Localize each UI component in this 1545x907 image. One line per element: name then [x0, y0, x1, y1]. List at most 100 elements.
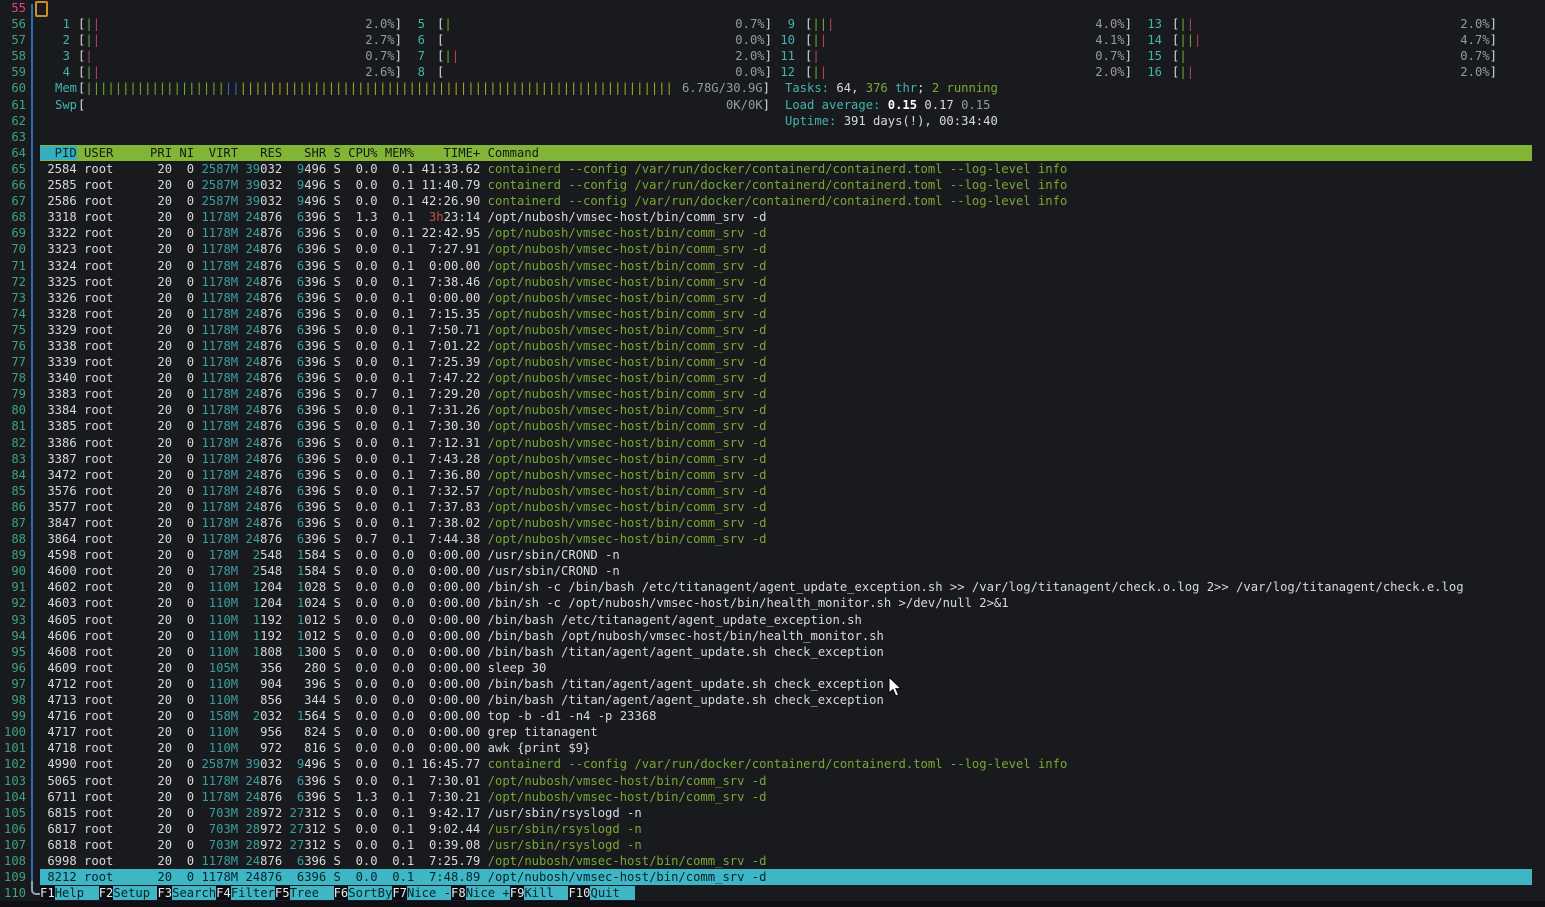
bottom-strip	[0, 901, 1545, 907]
process-row-4602[interactable]: 4602 root 20 0 110M 1204 1028 S 0.0 0.0 …	[40, 579, 1532, 595]
cpu-meter-10: [||4.1%]	[805, 32, 1132, 48]
line-number-92: 92	[0, 595, 26, 611]
process-row-2584[interactable]: 2584 root 20 0 2587M 39032 9496 S 0.0 0.…	[40, 161, 1532, 177]
column-pid-sort[interactable]: PID	[40, 146, 77, 160]
table-header[interactable]: PID USER PRI NI VIRT RES SHR S CPU% MEM%…	[40, 145, 1532, 161]
fnkey-F1[interactable]: F1	[40, 886, 55, 900]
line-number-103: 103	[0, 773, 26, 789]
process-command: /opt/nubosh/vmsec-host/bin/comm_srv -d	[488, 516, 767, 530]
process-row-4608[interactable]: 4608 root 20 0 110M 1808 1300 S 0.0 0.0 …	[40, 644, 1532, 660]
line-number-79: 79	[0, 386, 26, 402]
fnkey-F2-label[interactable]: Setup	[113, 886, 157, 900]
process-command: containerd --config /var/run/docker/cont…	[488, 194, 1068, 208]
process-row-4717[interactable]: 4717 root 20 0 110M 956 824 S 0.0 0.0 0:…	[40, 724, 1532, 740]
fnkey-F3-label[interactable]: Search	[172, 886, 216, 900]
process-row-3322[interactable]: 3322 root 20 0 1178M 24876 6396 S 0.0 0.…	[40, 225, 1532, 241]
process-row-3323[interactable]: 3323 root 20 0 1178M 24876 6396 S 0.0 0.…	[40, 241, 1532, 257]
process-row-3329[interactable]: 3329 root 20 0 1178M 24876 6396 S 0.0 0.…	[40, 322, 1532, 338]
process-row-3340[interactable]: 3340 root 20 0 1178M 24876 6396 S 0.0 0.…	[40, 370, 1532, 386]
line-number-101: 101	[0, 740, 26, 756]
process-row-3318[interactable]: 3318 root 20 0 1178M 24876 6396 S 1.3 0.…	[40, 209, 1532, 225]
process-row-3385[interactable]: 3385 root 20 0 1178M 24876 6396 S 0.0 0.…	[40, 418, 1532, 434]
cpu-meter-9: [|||4.0%]	[805, 16, 1132, 32]
process-row-3383[interactable]: 3383 root 20 0 1178M 24876 6396 S 0.7 0.…	[40, 386, 1532, 402]
process-row-6815[interactable]: 6815 root 20 0 703M 28972 27312 S 0.0 0.…	[40, 805, 1532, 821]
process-row-2585[interactable]: 2585 root 20 0 2587M 39032 9496 S 0.0 0.…	[40, 177, 1532, 193]
process-row-3339[interactable]: 3339 root 20 0 1178M 24876 6396 S 0.0 0.…	[40, 354, 1532, 370]
line-number-99: 99	[0, 708, 26, 724]
process-command: /opt/nubosh/vmsec-host/bin/comm_srv -d	[488, 452, 767, 466]
fnkey-F3[interactable]: F3	[157, 886, 172, 900]
process-row-3387[interactable]: 3387 root 20 0 1178M 24876 6396 S 0.0 0.…	[40, 451, 1532, 467]
process-row-3325[interactable]: 3325 root 20 0 1178M 24876 6396 S 0.0 0.…	[40, 274, 1532, 290]
process-row-6711[interactable]: 6711 root 20 0 1178M 24876 6396 S 1.3 0.…	[40, 789, 1532, 805]
fnkey-F7[interactable]: F7	[392, 886, 407, 900]
process-command: /opt/nubosh/vmsec-host/bin/comm_srv -d	[488, 371, 767, 385]
process-row-4598[interactable]: 4598 root 20 0 178M 2548 1584 S 0.0 0.0 …	[40, 547, 1532, 563]
process-row-3338[interactable]: 3338 root 20 0 1178M 24876 6396 S 0.0 0.…	[40, 338, 1532, 354]
fnkey-F5[interactable]: F5	[275, 886, 290, 900]
line-number-78: 78	[0, 370, 26, 386]
process-row-4713[interactable]: 4713 root 20 0 110M 856 344 S 0.0 0.0 0:…	[40, 692, 1532, 708]
fnkey-F9-label[interactable]: Kill	[524, 886, 568, 900]
process-row-4718[interactable]: 4718 root 20 0 110M 972 816 S 0.0 0.0 0:…	[40, 740, 1532, 756]
process-row-3864[interactable]: 3864 root 20 0 1178M 24876 6396 S 0.7 0.…	[40, 531, 1532, 547]
cpu-meter-16-label: 16	[1128, 64, 1162, 80]
cpu-meter-row-1: 1[||2.0%]5[|0.7%]9[|||4.0%]13[||2.0%]	[40, 16, 1532, 32]
mem-meter-label: Mem	[55, 80, 77, 96]
process-command: /opt/nubosh/vmsec-host/bin/comm_srv -d	[488, 339, 767, 353]
function-key-bar: F1Help F2Setup F3SearchF4FilterF5Tree F6…	[40, 885, 1532, 901]
process-command: /opt/nubosh/vmsec-host/bin/comm_srv -d	[488, 387, 767, 401]
cpu-meter-7: [||2.0%]	[437, 48, 772, 64]
process-command: /opt/nubosh/vmsec-host/bin/comm_srv -d	[488, 500, 767, 514]
fnkey-F4[interactable]: F4	[216, 886, 231, 900]
process-row-3326[interactable]: 3326 root 20 0 1178M 24876 6396 S 0.0 0.…	[40, 290, 1532, 306]
process-row-4606[interactable]: 4606 root 20 0 110M 1192 1012 S 0.0 0.0 …	[40, 628, 1532, 644]
process-row-6817[interactable]: 6817 root 20 0 703M 28972 27312 S 0.0 0.…	[40, 821, 1532, 837]
fnkey-F2[interactable]: F2	[99, 886, 114, 900]
process-row-3384[interactable]: 3384 root 20 0 1178M 24876 6396 S 0.0 0.…	[40, 402, 1532, 418]
process-row-3386[interactable]: 3386 root 20 0 1178M 24876 6396 S 0.0 0.…	[40, 435, 1532, 451]
cpu-meter-13-label: 13	[1128, 16, 1162, 32]
process-row-3577[interactable]: 3577 root 20 0 1178M 24876 6396 S 0.0 0.…	[40, 499, 1532, 515]
fnkey-F8[interactable]: F8	[451, 886, 466, 900]
fnkey-F10[interactable]: F10	[568, 886, 590, 900]
process-row-3328[interactable]: 3328 root 20 0 1178M 24876 6396 S 0.0 0.…	[40, 306, 1532, 322]
cpu-meter-row-2: 2[||2.7%]6[0.0%]10[||4.1%]14[|||4.7%]	[40, 32, 1532, 48]
process-command: /opt/nubosh/vmsec-host/bin/comm_srv -d	[488, 419, 767, 433]
cpu-meter-10-label: 10	[761, 32, 795, 48]
process-command: containerd --config /var/run/docker/cont…	[488, 757, 1068, 771]
line-number-88: 88	[0, 531, 26, 547]
process-row-4990[interactable]: 4990 root 20 0 2587M 39032 9496 S 0.0 0.…	[40, 756, 1532, 772]
process-row-3847[interactable]: 3847 root 20 0 1178M 24876 6396 S 0.0 0.…	[40, 515, 1532, 531]
process-row-6998[interactable]: 6998 root 20 0 1178M 24876 6396 S 0.0 0.…	[40, 853, 1532, 869]
process-row-3324[interactable]: 3324 root 20 0 1178M 24876 6396 S 0.0 0.…	[40, 258, 1532, 274]
process-command: /bin/bash /titan/agent/agent_update.sh c…	[488, 677, 884, 691]
fnkey-F6[interactable]: F6	[334, 886, 349, 900]
process-row-3472[interactable]: 3472 root 20 0 1178M 24876 6396 S 0.0 0.…	[40, 467, 1532, 483]
fnkey-F4-label[interactable]: Filter	[231, 886, 275, 900]
mouse-cursor	[888, 677, 904, 699]
process-command: /usr/sbin/rsyslogd -n	[488, 838, 642, 852]
fnkey-F9[interactable]: F9	[510, 886, 525, 900]
process-row-4600[interactable]: 4600 root 20 0 178M 2548 1584 S 0.0 0.0 …	[40, 563, 1532, 579]
process-row-4603[interactable]: 4603 root 20 0 110M 1204 1024 S 0.0 0.0 …	[40, 595, 1532, 611]
fnkey-F7-label[interactable]: Nice -	[407, 886, 451, 900]
process-row-4609[interactable]: 4609 root 20 0 105M 356 280 S 0.0 0.0 0:…	[40, 660, 1532, 676]
process-row-4712[interactable]: 4712 root 20 0 110M 904 396 S 0.0 0.0 0:…	[40, 676, 1532, 692]
fnkey-F8-label[interactable]: Nice +	[466, 886, 510, 900]
fnkey-F6-label[interactable]: SortBy	[348, 886, 392, 900]
process-row-3576[interactable]: 3576 root 20 0 1178M 24876 6396 S 0.0 0.…	[40, 483, 1532, 499]
process-row-5065[interactable]: 5065 root 20 0 1178M 24876 6396 S 0.0 0.…	[40, 773, 1532, 789]
fnkey-F5-label[interactable]: Tree	[290, 886, 334, 900]
fnkey-F1-label[interactable]: Help	[55, 886, 99, 900]
process-row-6818[interactable]: 6818 root 20 0 703M 28972 27312 S 0.0 0.…	[40, 837, 1532, 853]
process-row-8212-selected[interactable]: 8212 root 20 0 1178M 24876 6396 S 0.0 0.…	[40, 869, 1532, 885]
process-row-2586[interactable]: 2586 root 20 0 2587M 39032 9496 S 0.0 0.…	[40, 193, 1532, 209]
process-row-4716[interactable]: 4716 root 20 0 158M 2032 1564 S 0.0 0.0 …	[40, 708, 1532, 724]
fnkey-F10-label[interactable]: Quit	[590, 886, 634, 900]
line-number-102: 102	[0, 756, 26, 772]
process-command: /usr/sbin/rsyslogd -n	[488, 822, 642, 836]
mem-meter: [|||||||||||||||||||||||||||||||||||||||…	[78, 80, 770, 96]
process-row-4605[interactable]: 4605 root 20 0 110M 1192 1012 S 0.0 0.0 …	[40, 612, 1532, 628]
